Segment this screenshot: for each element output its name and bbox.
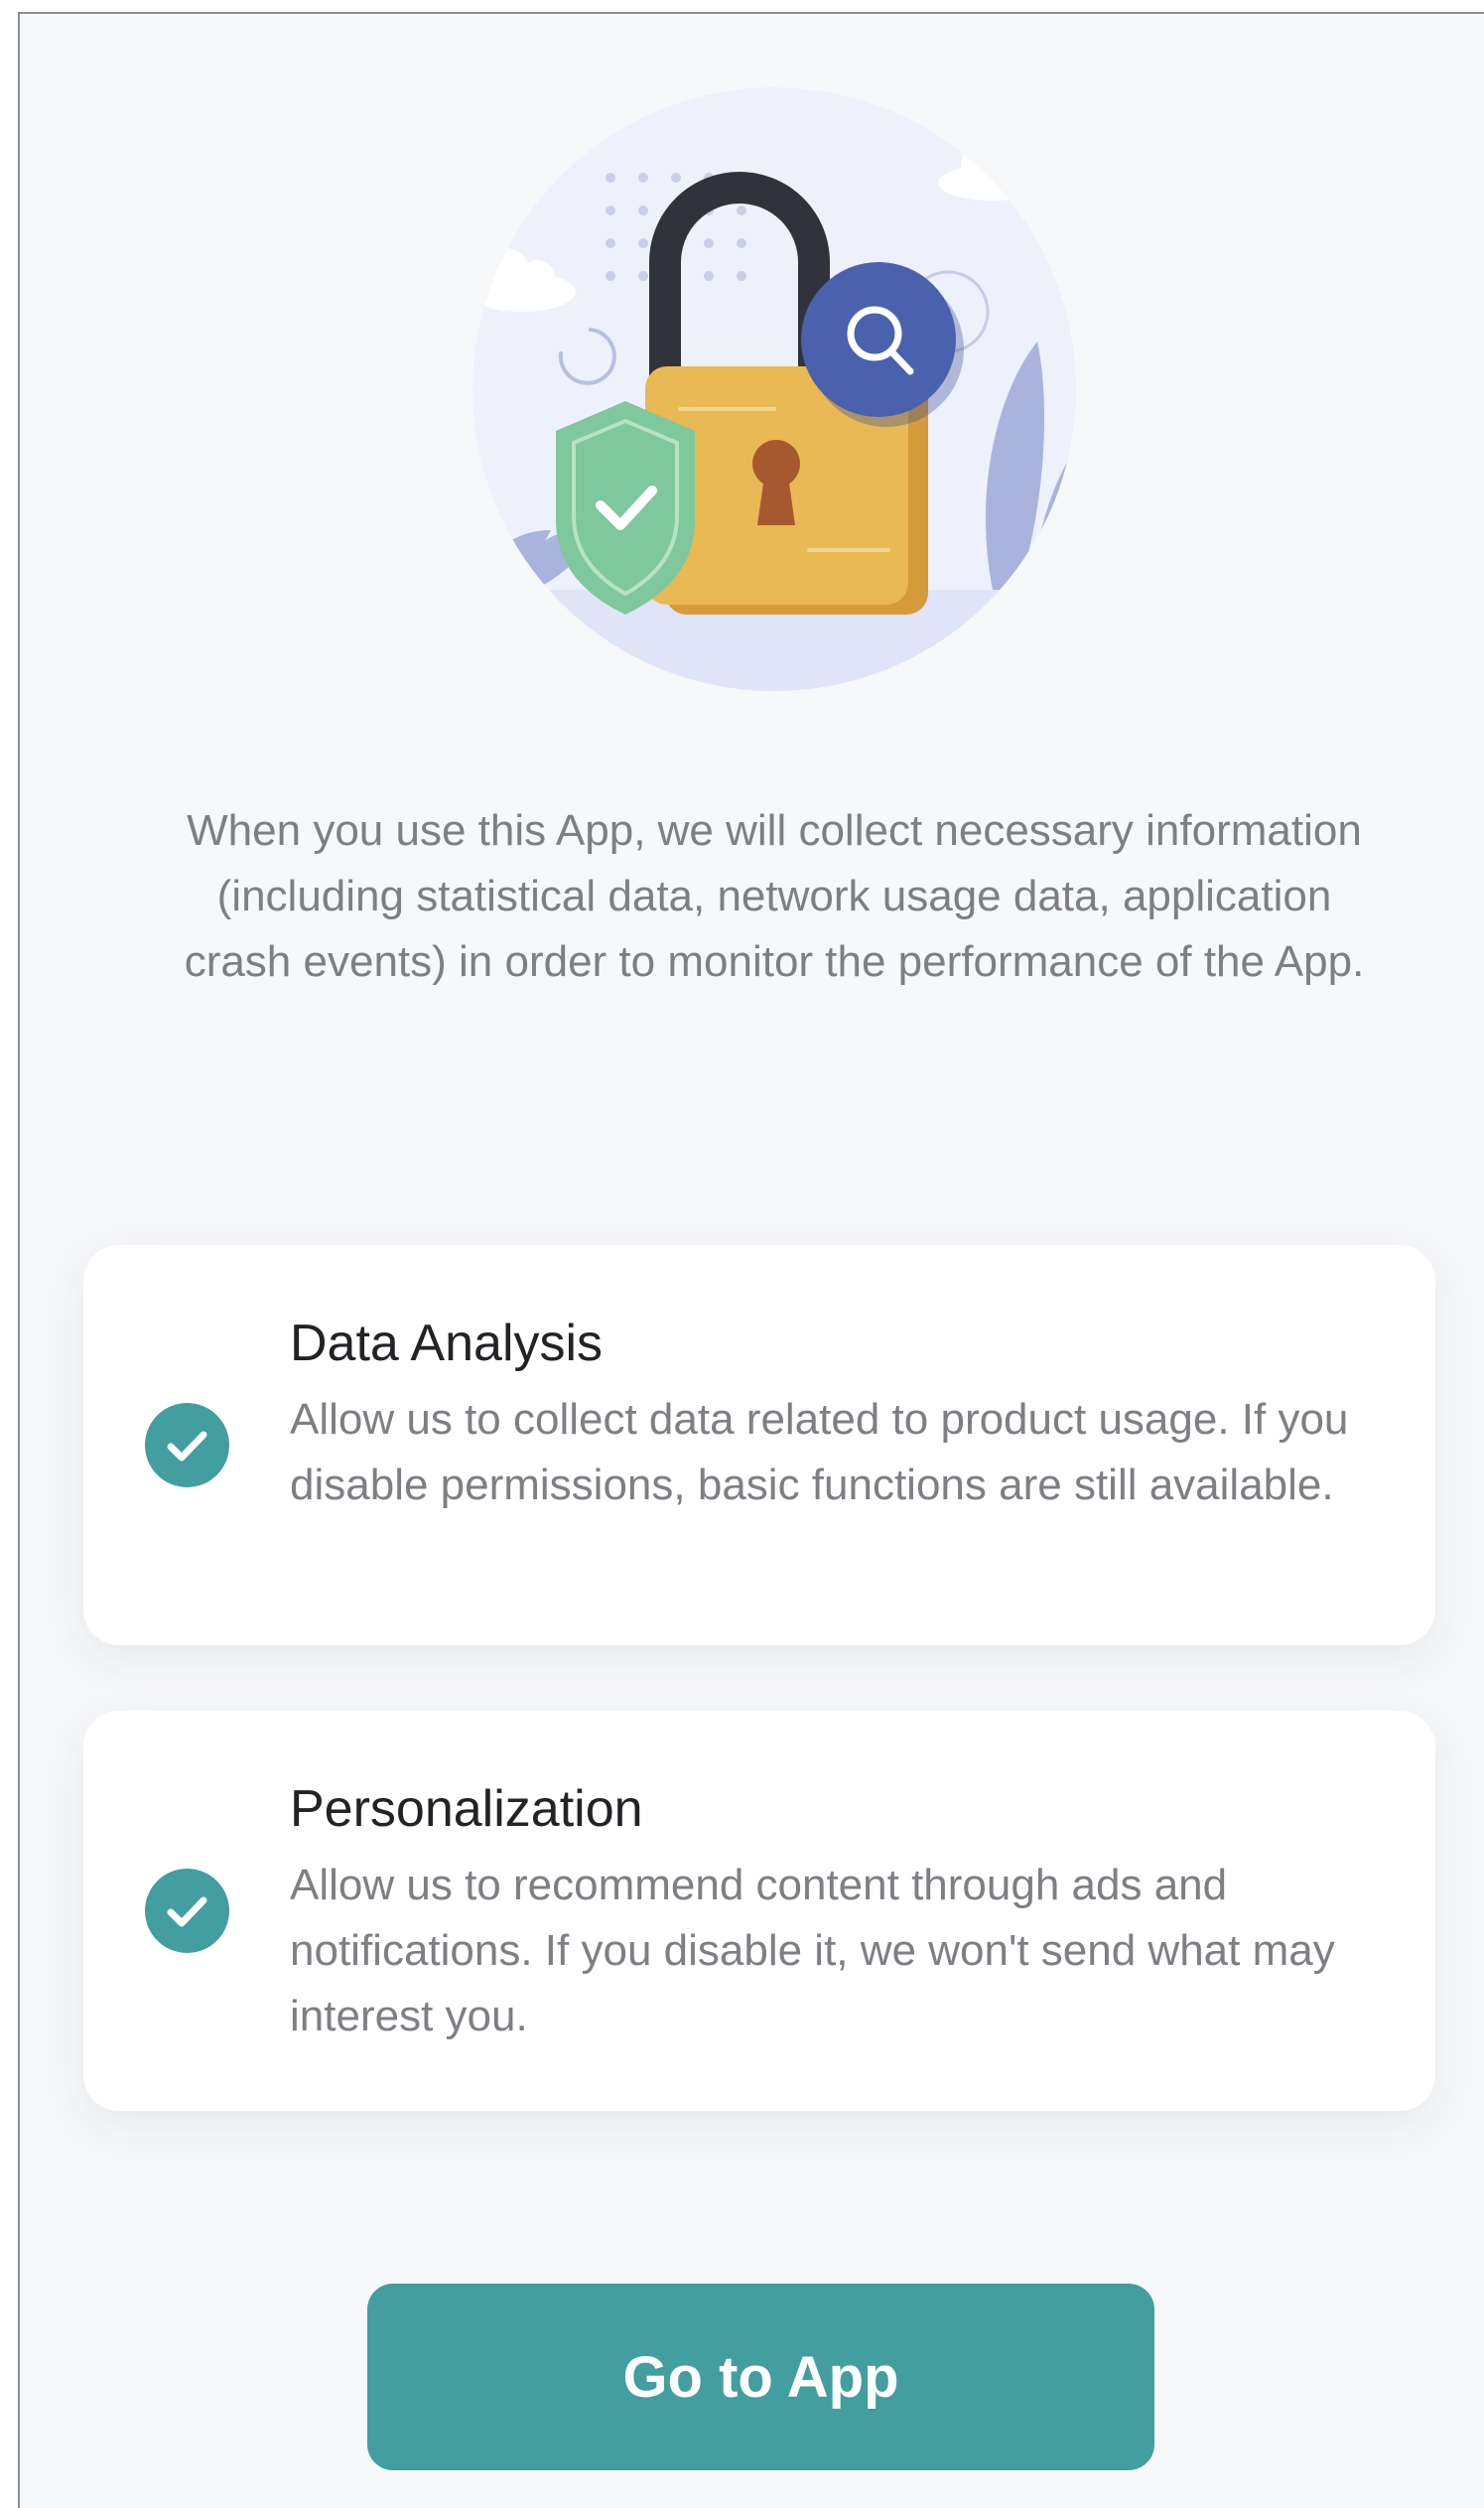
personalization-title: Personalization [290, 1780, 643, 1838]
intro-text: When you use this App, we will collect n… [184, 806, 1365, 986]
personalization-checkbox[interactable] [145, 1869, 229, 1953]
privacy-illustration [442, 73, 1107, 709]
go-to-app-button[interactable]: Go to App [367, 2284, 1154, 2470]
app-screen: When you use this App, we will collect n… [18, 12, 1484, 2508]
data-analysis-checkbox[interactable] [145, 1403, 229, 1487]
data-analysis-description: Allow us to collect data related to prod… [290, 1395, 1349, 1509]
privacy-illustration-art [472, 87, 1076, 691]
option-card-data-analysis: Data Analysis Allow us to collect data r… [83, 1245, 1435, 1645]
checkmark-icon [167, 1896, 207, 1927]
checkmark-icon [167, 1431, 207, 1462]
option-card-personalization: Personalization Allow us to recommend co… [83, 1711, 1435, 2111]
personalization-description: Allow us to recommend content through ad… [290, 1861, 1335, 2040]
data-analysis-title: Data Analysis [290, 1315, 604, 1372]
